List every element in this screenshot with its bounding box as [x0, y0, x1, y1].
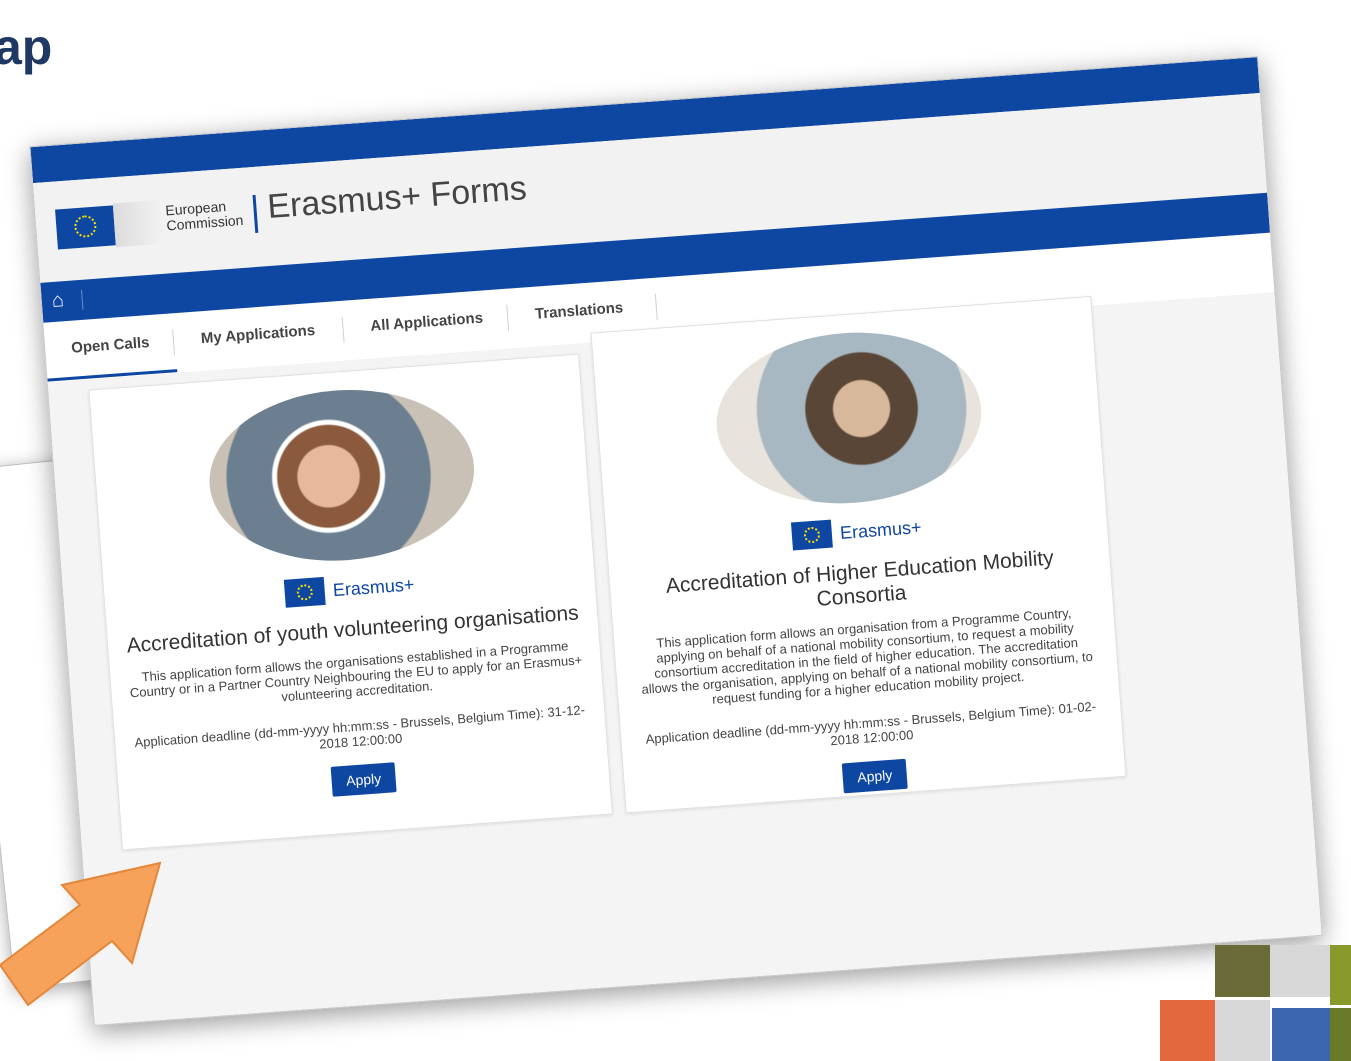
navbar-separator — [81, 289, 84, 310]
eu-flag-icon — [284, 576, 326, 608]
logo-shade — [112, 199, 164, 248]
call-photo — [710, 323, 987, 513]
tab-open-calls[interactable]: Open Calls — [43, 313, 178, 382]
tab-divider — [654, 293, 658, 320]
call-deadline: Application deadline (dd-mm-yyyy hh:mm:s… — [133, 702, 586, 752]
call-card: Erasmus+ Accreditation of youth voluntee… — [88, 353, 613, 851]
org-name: European Commission — [165, 198, 244, 233]
eu-flag-logo[interactable] — [55, 205, 116, 250]
call-deadline: Application deadline (dd-mm-yyyy hh:mm:s… — [645, 698, 1097, 749]
decor-square — [1215, 1000, 1270, 1061]
home-icon[interactable]: ⌂ — [51, 288, 75, 312]
decor-square — [1160, 1000, 1215, 1061]
decor-square — [1270, 945, 1330, 997]
decor-square — [1215, 945, 1270, 997]
erasmus-forms-screenshot: European Commission Erasmus+ Forms ⌂ Ope… — [29, 56, 1323, 1026]
decor-square — [1330, 1008, 1351, 1061]
decor-square — [1272, 1008, 1334, 1061]
open-calls-content: Erasmus+ Accreditation of youth voluntee… — [47, 292, 1322, 1025]
call-photo — [202, 380, 480, 570]
eu-stars-icon — [73, 214, 98, 239]
decor-square — [1330, 945, 1351, 1005]
apply-button[interactable]: Apply — [331, 762, 397, 797]
callout-arrow-icon — [0, 861, 162, 1007]
call-card: Erasmus+ Accreditation of Higher Educati… — [590, 295, 1127, 814]
tab-my-applications[interactable]: My Applications — [173, 301, 343, 369]
eu-flag-icon — [791, 519, 834, 551]
brand-name: Erasmus+ — [332, 573, 415, 600]
tab-all-applications[interactable]: All Applications — [343, 289, 511, 357]
slide-title: ap — [0, 19, 53, 75]
brand-name: Erasmus+ — [839, 516, 923, 543]
apply-button[interactable]: Apply — [842, 758, 908, 794]
